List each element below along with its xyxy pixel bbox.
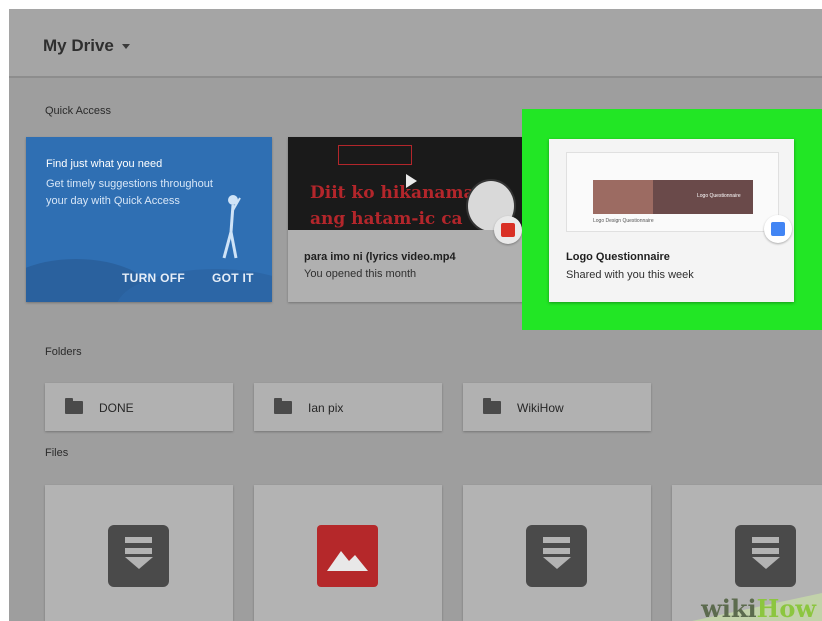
folder-wikihow[interactable]: WikiHow: [463, 383, 651, 431]
video-thumbnail: Diit ko hikanaman ang hatam-ic ca: [288, 137, 524, 230]
doc-icon-line: [125, 537, 152, 543]
folder-name: Ian pix: [308, 401, 344, 415]
file-tile[interactable]: [463, 485, 651, 621]
drive-window: My Drive Quick Access Find just what you…: [9, 9, 822, 621]
banner-photo: [593, 180, 653, 214]
doc-icon-arrow: [752, 557, 780, 569]
promo-line1: Get timely suggestions throughout: [46, 178, 213, 190]
folder-ian-pix[interactable]: Ian pix: [254, 383, 442, 431]
doc-preview-caption: Logo Design Questionnaire: [593, 218, 654, 224]
doc-icon-line: [752, 548, 779, 554]
video-file-badge: [494, 216, 522, 244]
promo-heading: Find just what you need: [46, 158, 163, 170]
banner-text: Logo Questionnaire: [697, 193, 741, 199]
mountain-icon: [327, 551, 368, 571]
file-tile[interactable]: [45, 485, 233, 621]
image-icon: [317, 525, 378, 587]
my-drive-title[interactable]: My Drive: [43, 36, 114, 56]
folder-done[interactable]: DONE: [45, 383, 233, 431]
quick-access-doc-card[interactable]: Logo Questionnaire Logo Design Questionn…: [549, 139, 794, 302]
quick-access-promo-card: Find just what you need Get timely sugge…: [26, 137, 272, 302]
video-title: para imo ni (lyrics video.mp4: [304, 251, 456, 263]
folder-name: DONE: [99, 401, 134, 415]
file-tile[interactable]: [254, 485, 442, 621]
thumbnail-text-line1: Diit ko hikanaman: [310, 183, 487, 203]
download-doc-icon: [735, 525, 796, 587]
shared-folder-icon: [274, 398, 292, 414]
thumbnail-text-line2: ang hatam-ic ca: [310, 209, 463, 229]
folder-icon: [483, 398, 501, 414]
chevron-down-icon[interactable]: [122, 44, 130, 49]
doc-subtitle: Shared with you this week: [566, 269, 694, 281]
video-subtitle: You opened this month: [304, 268, 417, 280]
person-illustration-icon: [222, 195, 241, 259]
doc-icon-line: [752, 537, 779, 543]
folders-label: Folders: [45, 346, 82, 358]
folder-name: WikiHow: [517, 401, 564, 415]
play-icon[interactable]: [406, 174, 417, 188]
google-docs-icon: [771, 222, 785, 236]
header-bar: My Drive: [9, 9, 822, 78]
quick-access-video-card[interactable]: Diit ko hikanaman ang hatam-ic ca para i…: [288, 137, 524, 302]
doc-file-badge: [764, 215, 792, 243]
doc-icon-line: [543, 537, 570, 543]
got-it-button[interactable]: GOT IT: [212, 271, 254, 285]
watermark-how: How: [756, 594, 816, 621]
download-doc-icon: [108, 525, 169, 587]
turn-off-button[interactable]: TURN OFF: [122, 271, 185, 285]
download-doc-icon: [526, 525, 587, 587]
watermark-wiki: wiki: [701, 594, 757, 621]
thumbnail-frame: [338, 145, 412, 165]
doc-preview-banner: Logo Questionnaire: [593, 180, 753, 214]
doc-icon-line: [125, 548, 152, 554]
files-label: Files: [45, 447, 69, 459]
doc-icon-arrow: [543, 557, 571, 569]
video-file-icon: [501, 223, 515, 237]
doc-title: Logo Questionnaire: [566, 251, 670, 263]
doc-preview: Logo Questionnaire Logo Design Questionn…: [566, 152, 779, 232]
doc-icon-arrow: [125, 557, 153, 569]
wikihow-watermark: wikiHow: [662, 581, 822, 621]
watermark-text: wikiHow: [701, 594, 816, 621]
promo-line2: your day with Quick Access: [46, 195, 180, 207]
folder-icon: [65, 398, 83, 414]
quick-access-label: Quick Access: [45, 105, 112, 117]
doc-icon-line: [543, 548, 570, 554]
